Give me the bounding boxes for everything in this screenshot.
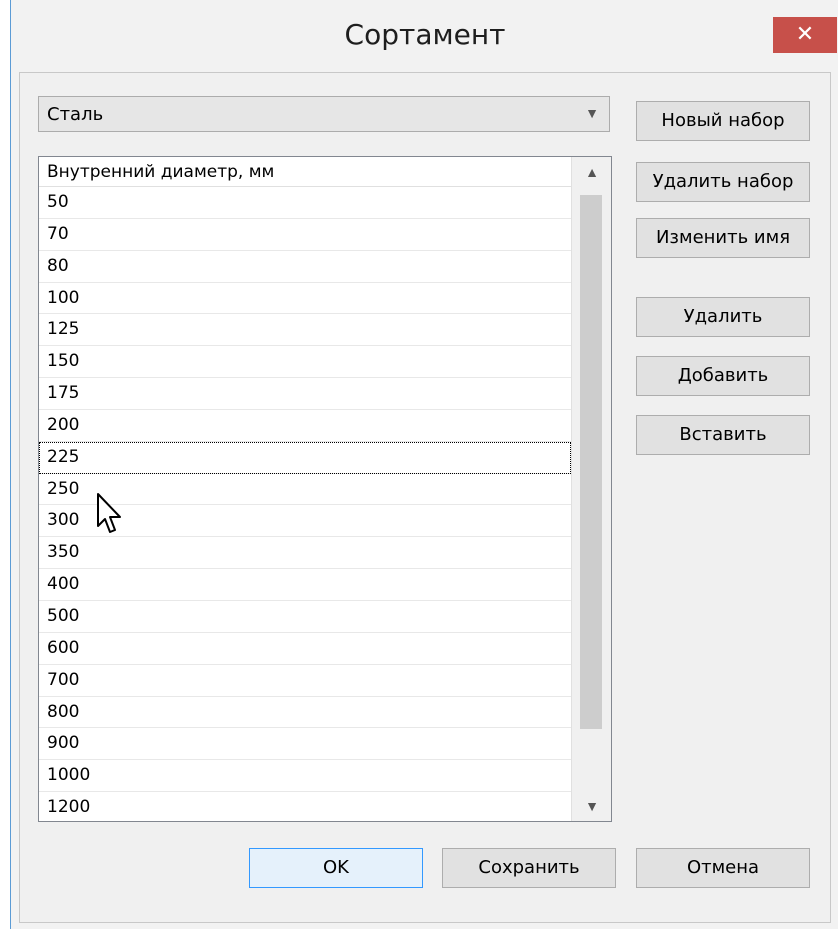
delete-set-button[interactable]: Удалить набор (636, 162, 810, 202)
rename-button[interactable]: Изменить имя (636, 218, 810, 258)
insert-button[interactable]: Вставить (636, 415, 810, 455)
close-button[interactable]: ✕ (773, 17, 837, 53)
window-title: Сортамент (344, 18, 506, 51)
list-item[interactable]: 800 (39, 697, 571, 729)
list-item[interactable]: 900 (39, 728, 571, 761)
material-select[interactable]: Сталь ▼ (38, 96, 610, 132)
list-item[interactable]: 400 (39, 569, 571, 601)
list-item[interactable]: 70 (39, 219, 571, 251)
list-item[interactable]: 80 (39, 251, 571, 283)
list-item[interactable]: 200 (39, 410, 571, 442)
list-header: Внутренний диаметр, мм (39, 157, 571, 187)
chevron-down-icon: ▼ (585, 105, 599, 121)
save-button[interactable]: Сохранить (442, 848, 616, 888)
scroll-down-icon[interactable]: ▼ (572, 791, 611, 821)
close-icon: ✕ (795, 22, 815, 47)
list-item[interactable]: 150 (39, 346, 571, 379)
mouse-pointer-icon (97, 493, 121, 533)
list-item[interactable]: 175 (39, 378, 571, 410)
material-select-value: Сталь (47, 104, 104, 125)
list-item[interactable]: 1200 (39, 792, 571, 821)
list-item[interactable]: 700 (39, 665, 571, 697)
scroll-up-icon[interactable]: ▲ (572, 157, 611, 187)
vertical-scrollbar[interactable]: ▲ ▼ (571, 157, 611, 821)
list-item[interactable]: 125 (39, 314, 571, 347)
list-item[interactable]: 1000 (39, 760, 571, 793)
scroll-thumb[interactable] (580, 195, 602, 729)
delete-button[interactable]: Удалить (636, 297, 810, 337)
ok-button[interactable]: OK (249, 848, 423, 888)
add-button[interactable]: Добавить (636, 356, 810, 396)
list-item[interactable]: 500 (39, 601, 571, 633)
title-bar: Сортамент ✕ (11, 0, 838, 72)
list-item[interactable]: 350 (39, 537, 571, 570)
list-item[interactable]: 50 (39, 187, 571, 219)
cancel-button[interactable]: Отмена (636, 848, 810, 888)
list-item[interactable]: 600 (39, 633, 571, 665)
list-item[interactable]: 225 (39, 441, 571, 474)
list-item[interactable]: 100 (39, 283, 571, 315)
diameter-list[interactable]: Внутренний диаметр, мм 50 70 80 100 125 150 17… (38, 156, 612, 822)
new-set-button[interactable]: Новый набор (636, 101, 810, 141)
